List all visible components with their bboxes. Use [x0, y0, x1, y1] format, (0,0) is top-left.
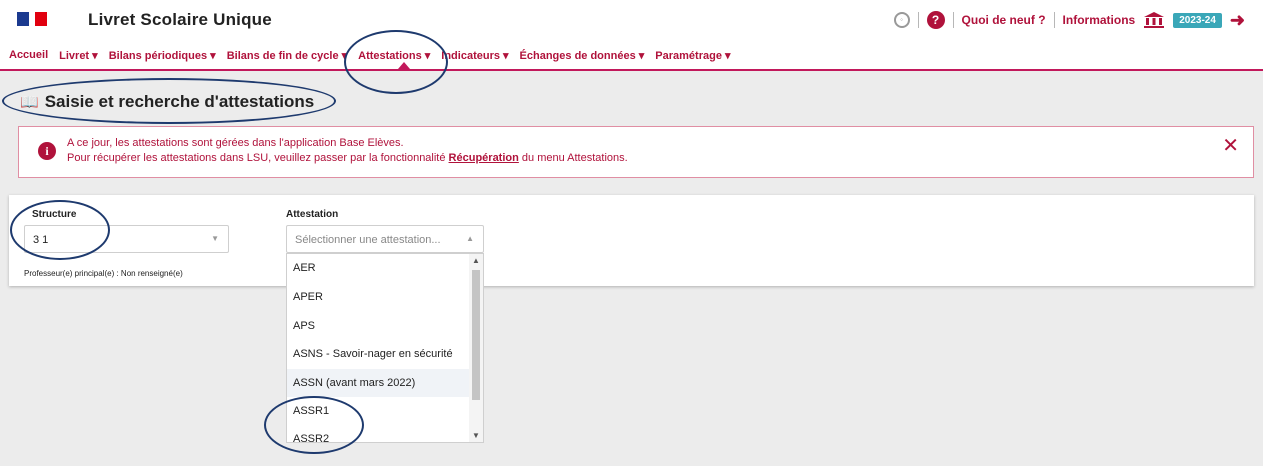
structure-select[interactable]: 3 1 ▼ [24, 225, 229, 253]
headset-icon[interactable]: ◦ [893, 12, 910, 28]
nav-echanges-de-donnees[interactable]: Échanges de données ▾ [520, 49, 645, 62]
divider [952, 12, 954, 28]
attestation-select[interactable]: Sélectionner une attestation... ▲ [286, 225, 484, 253]
option-aps[interactable]: APS [287, 312, 469, 340]
attestation-placeholder: Sélectionner une attestation... [295, 234, 441, 246]
nav-parametrage[interactable]: Paramétrage ▾ [655, 49, 730, 62]
scroll-up-icon[interactable]: ▲ [472, 256, 480, 265]
alert-text: du menu Attestations. [518, 152, 628, 164]
structure-label: Structure [32, 209, 77, 220]
option-assr1[interactable]: ASSR1 [287, 397, 469, 425]
scrollbar-thumb[interactable] [472, 270, 480, 400]
header-tools: ◦ ? Quoi de neuf ? Informations 2023-24 … [893, 9, 1245, 31]
nav-items: Accueil Livret ▾ Bilans périodiques ▾ Bi… [9, 49, 731, 62]
logout-icon[interactable]: ➜ [1230, 10, 1245, 31]
attestation-dropdown: AER APER APS ASNS - Savoir-nager en sécu… [286, 253, 484, 443]
dropdown-scrollbar[interactable]: ▲ ▼ [469, 254, 483, 442]
republique-logo [17, 12, 47, 26]
chevron-down-icon: ▼ [211, 234, 219, 243]
divider [917, 12, 919, 28]
alert-line-2: Pour récupérer les attestations dans LSU… [67, 152, 628, 164]
close-icon[interactable]: ✕ [1222, 133, 1239, 158]
nav-bilans-fin-de-cycle[interactable]: Bilans de fin de cycle ▾ [227, 49, 347, 62]
divider [1053, 12, 1055, 28]
option-aper[interactable]: APER [287, 283, 469, 311]
professor-note: Professeur(e) principal(e) : Non renseig… [24, 269, 183, 278]
option-aer[interactable]: AER [287, 254, 469, 282]
info-icon: i [38, 142, 56, 160]
school-year-badge[interactable]: 2023-24 [1173, 12, 1222, 28]
chevron-up-icon: ▲ [466, 234, 474, 243]
informations-link[interactable]: Informations [1063, 13, 1136, 27]
scroll-down-icon[interactable]: ▼ [472, 431, 480, 440]
bank-icon[interactable] [1143, 11, 1165, 29]
top-header: Livret Scolaire Unique ◦ ? Quoi de neuf … [0, 0, 1263, 40]
help-icon[interactable]: ? [926, 11, 945, 29]
option-assn[interactable]: ASSN (avant mars 2022) [287, 369, 469, 397]
nav-livret[interactable]: Livret ▾ [59, 49, 98, 62]
option-asns[interactable]: ASNS - Savoir-nager en sécurité [287, 340, 469, 368]
option-assr2[interactable]: ASSR2 [287, 425, 469, 442]
active-tab-indicator [398, 62, 410, 69]
recuperation-link[interactable]: Récupération [449, 152, 519, 164]
alert-text: Pour récupérer les attestations dans LSU… [67, 152, 449, 164]
whats-new-link[interactable]: Quoi de neuf ? [962, 13, 1046, 27]
book-icon: 📖 [20, 94, 39, 111]
page-title-text: Saisie et recherche d'attestations [44, 92, 315, 111]
nav-indicateurs[interactable]: Indicateurs ▾ [441, 49, 508, 62]
page-title: 📖 Saisie et recherche d'attestations [20, 92, 314, 112]
alert-line-1: A ce jour, les attestations sont gérées … [67, 137, 404, 149]
nav-accueil[interactable]: Accueil [9, 49, 48, 62]
structure-value: 3 1 [33, 234, 49, 246]
app-title: Livret Scolaire Unique [88, 10, 272, 29]
nav-bilans-periodiques[interactable]: Bilans périodiques ▾ [109, 49, 216, 62]
nav-attestations[interactable]: Attestations ▾ [358, 49, 430, 62]
info-alert: i A ce jour, les attestations sont gérée… [18, 126, 1254, 178]
main-nav: Accueil Livret ▾ Bilans périodiques ▾ Bi… [0, 40, 1263, 71]
attestation-label: Attestation [286, 209, 339, 220]
